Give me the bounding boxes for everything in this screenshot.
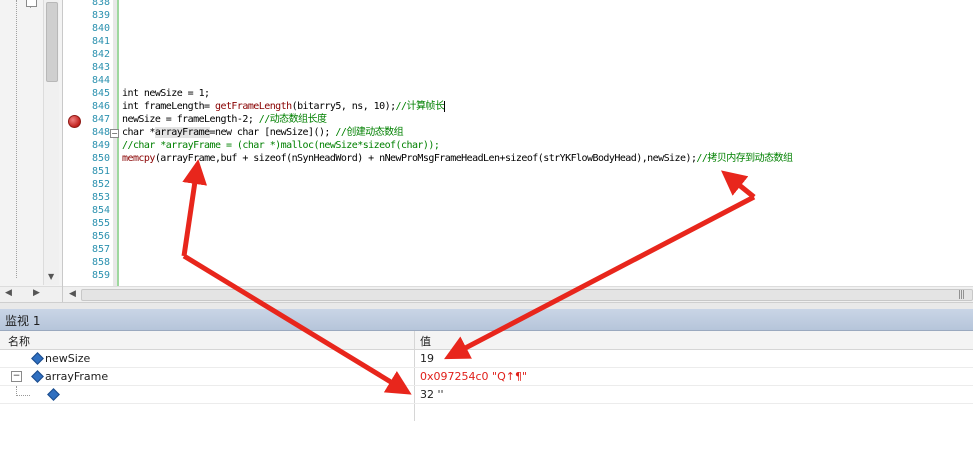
line-number: 845	[91, 88, 110, 99]
code-line[interactable]	[122, 269, 972, 282]
watch-panel-title: 监视 1	[5, 314, 41, 328]
code-line[interactable]	[122, 74, 972, 87]
line-number: 838	[91, 0, 110, 8]
editor-scroll-thumb[interactable]: |||	[81, 289, 973, 301]
solution-tree-panel: ▼ ◀ ▶	[0, 0, 63, 302]
scroll-down-arrow-icon[interactable]: ▼	[48, 272, 54, 281]
line-number: 842	[91, 49, 110, 60]
code-line[interactable]: char *arrayFrame=new char [newSize](); /…	[122, 126, 972, 139]
code-comment: //动态数组长度	[258, 114, 327, 125]
scroll-left-arrow-icon[interactable]: ◀	[5, 288, 12, 298]
change-tracking-bar	[117, 0, 119, 286]
code-comment: //char *arrayFrame = (char *)malloc(newS…	[122, 140, 440, 151]
code-line[interactable]	[122, 9, 972, 22]
line-number: 851	[91, 166, 110, 177]
code-line[interactable]	[122, 48, 972, 61]
line-number: 854	[91, 205, 110, 216]
code-text: int newSize = 1;	[122, 88, 210, 99]
line-number: 855	[91, 218, 110, 229]
fold-collapse-icon[interactable]: −	[110, 129, 119, 138]
line-number: 839	[91, 10, 110, 21]
line-number-column: 838 839 840 841 842 843 844 845 846 847 848 849 850 8…	[63, 0, 110, 282]
code-text: (bitarry5, ns, 10);	[291, 101, 397, 112]
code-line[interactable]	[122, 35, 972, 48]
editor-horizontal-scrollbar[interactable]: ◀ |||	[63, 286, 973, 303]
watch-variable-value[interactable]: 0x097254c0 "Q↑¶"	[420, 370, 527, 383]
code-line[interactable]: //char *arrayFrame = (char *)malloc(newS…	[122, 139, 972, 152]
line-number: 850	[91, 153, 110, 164]
line-number: 858	[91, 257, 110, 268]
watch-table: 名称 值 newSize 19 − arrayFrame 0x097254c0 …	[0, 331, 973, 476]
tree-vertical-scrollbar[interactable]: ▼	[43, 0, 59, 285]
tree-collapse-icon[interactable]	[26, 0, 37, 7]
line-number: 859	[91, 270, 110, 281]
expand-minus-icon[interactable]: −	[11, 371, 22, 382]
code-text: =new char [newSize]();	[209, 127, 336, 138]
watch-variable-value[interactable]: 19	[420, 352, 434, 365]
code-text: int frameLength=	[122, 101, 215, 112]
code-function: memcpy	[122, 153, 155, 164]
code-line[interactable]	[122, 204, 972, 217]
code-line[interactable]	[122, 61, 972, 74]
code-comment: //拷贝内存到动态数组	[696, 153, 793, 164]
code-line[interactable]: int newSize = 1;	[122, 87, 972, 100]
line-number: 856	[91, 231, 110, 242]
line-number: 840	[91, 23, 110, 34]
code-line[interactable]: newSize = frameLength-2; //动态数组长度	[122, 113, 972, 126]
watch-row-arrayframe-element[interactable]: 32 ''	[0, 386, 973, 404]
code-highlighted-identifier: arrayFrame	[154, 127, 210, 138]
watch-variable-name: arrayFrame	[45, 370, 109, 383]
watch-row-newsize[interactable]: newSize 19	[0, 350, 973, 368]
code-line[interactable]	[122, 22, 972, 35]
code-text: (arrayFrame,buf + sizeof(nSynHeadWord) +…	[154, 153, 697, 164]
code-editor[interactable]: 838 839 840 841 842 843 844 845 846 847 848 849 850 8…	[63, 0, 973, 286]
scroll-grip-icon: |||	[958, 290, 965, 300]
watch-row-arrayframe[interactable]: − arrayFrame 0x097254c0 "Q↑¶"	[0, 368, 973, 386]
code-text: char *	[122, 127, 155, 138]
code-line[interactable]	[122, 165, 972, 178]
line-number: 852	[91, 179, 110, 190]
tree-guide-line	[16, 0, 18, 278]
editor-gutter[interactable]: 838 839 840 841 842 843 844 845 846 847 848 849 850 8…	[63, 0, 113, 286]
code-comment: //创建动态数组	[335, 127, 404, 138]
code-line[interactable]: memcpy(arrayFrame,buf + sizeof(nSynHeadW…	[122, 152, 972, 165]
line-number: 843	[91, 62, 110, 73]
code-line[interactable]	[122, 217, 972, 230]
variable-icon	[31, 370, 44, 383]
watch-variable-value[interactable]: 32 ''	[420, 388, 444, 401]
tree-horizontal-scrollbar[interactable]: ◀ ▶	[0, 286, 62, 302]
code-function: getFrameLength	[215, 101, 292, 112]
line-number: 857	[91, 244, 110, 255]
code-line[interactable]	[122, 256, 972, 269]
line-number: 853	[91, 192, 110, 203]
column-header-value[interactable]: 值	[420, 333, 431, 349]
variable-icon	[31, 352, 44, 365]
text-caret	[444, 100, 446, 112]
scroll-left-arrow-icon[interactable]: ◀	[69, 289, 76, 299]
code-line[interactable]	[122, 230, 972, 243]
line-number: 844	[91, 75, 110, 86]
watch-table-header: 名称 值	[0, 331, 973, 350]
line-number: 849	[91, 140, 110, 151]
line-number: 846	[91, 101, 110, 112]
code-line[interactable]	[122, 178, 972, 191]
code-line[interactable]	[122, 191, 972, 204]
line-number: 848	[91, 127, 110, 138]
tree-scroll-thumb[interactable]	[46, 2, 58, 82]
watch-variable-name: newSize	[45, 352, 91, 365]
scroll-right-arrow-icon[interactable]: ▶	[33, 288, 40, 298]
variable-icon	[47, 388, 60, 401]
watch-panel-title-bar: 监视 1	[0, 309, 973, 331]
code-comment: //计算帧长	[395, 101, 445, 112]
tree-guide-line	[16, 395, 30, 397]
code-text-area[interactable]: int newSize = 1; int frameLength= getFram…	[122, 0, 972, 282]
code-line[interactable]	[122, 0, 972, 9]
code-line[interactable]	[122, 243, 972, 256]
line-number: 841	[91, 36, 110, 47]
column-header-name[interactable]: 名称	[8, 333, 30, 349]
code-text: newSize = frameLength-2;	[122, 114, 259, 125]
breakpoint-icon[interactable]	[68, 115, 81, 128]
code-line[interactable]: int frameLength= getFrameLength(bitarry5…	[122, 100, 972, 113]
